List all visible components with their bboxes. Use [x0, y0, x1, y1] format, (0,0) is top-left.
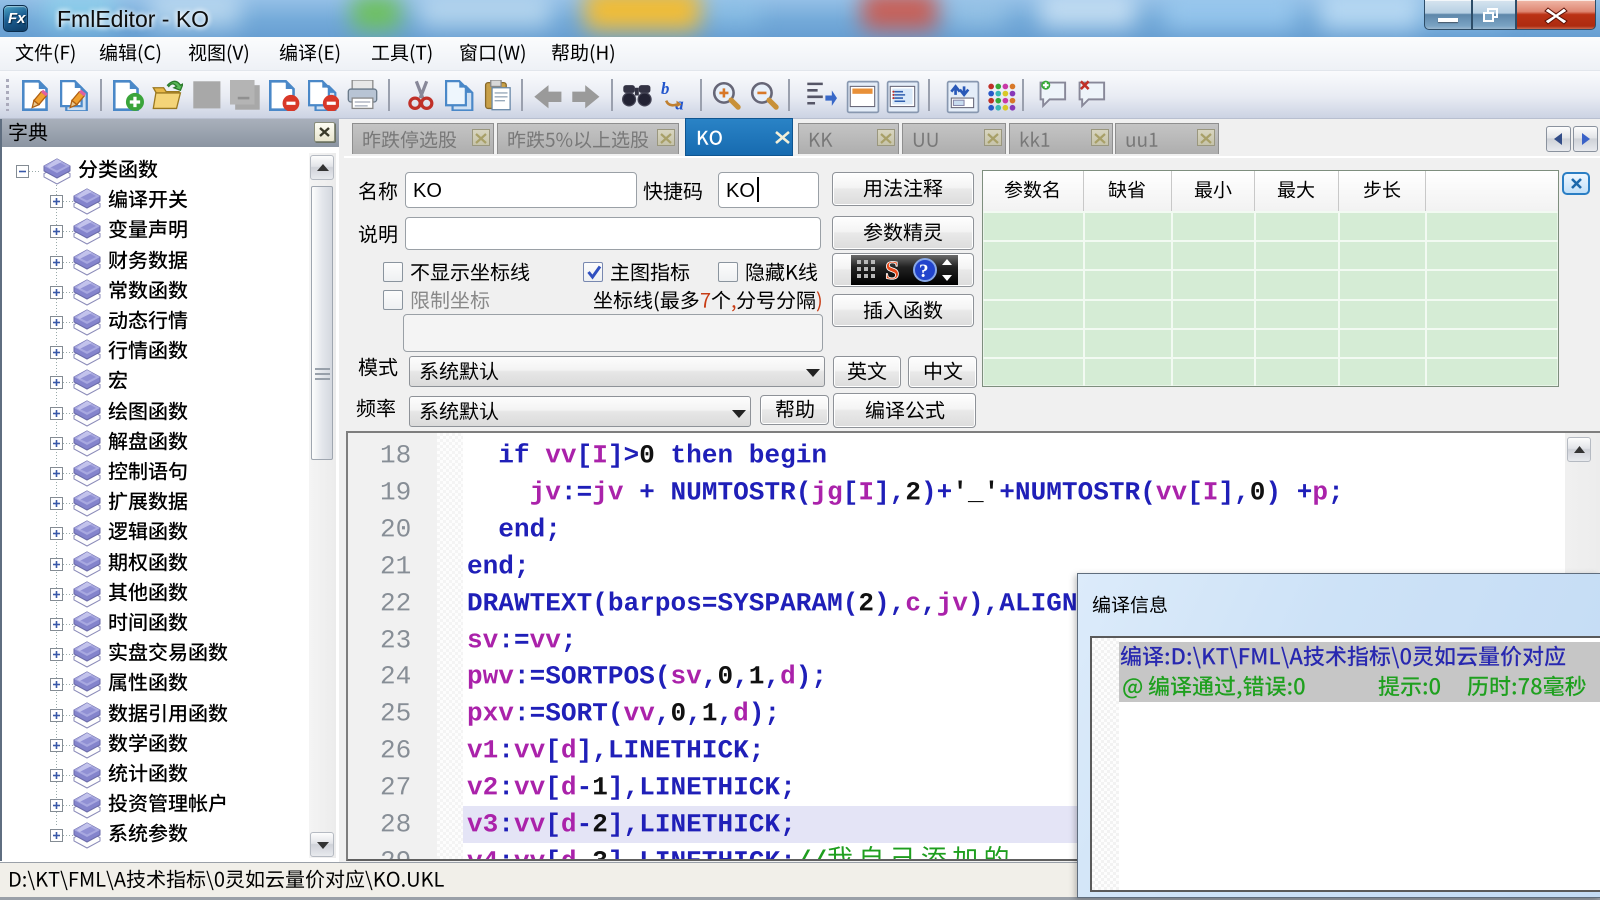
svg-text:b: b [661, 80, 669, 98]
svg-text:?: ? [919, 261, 929, 282]
svg-text:S: S [885, 257, 899, 283]
